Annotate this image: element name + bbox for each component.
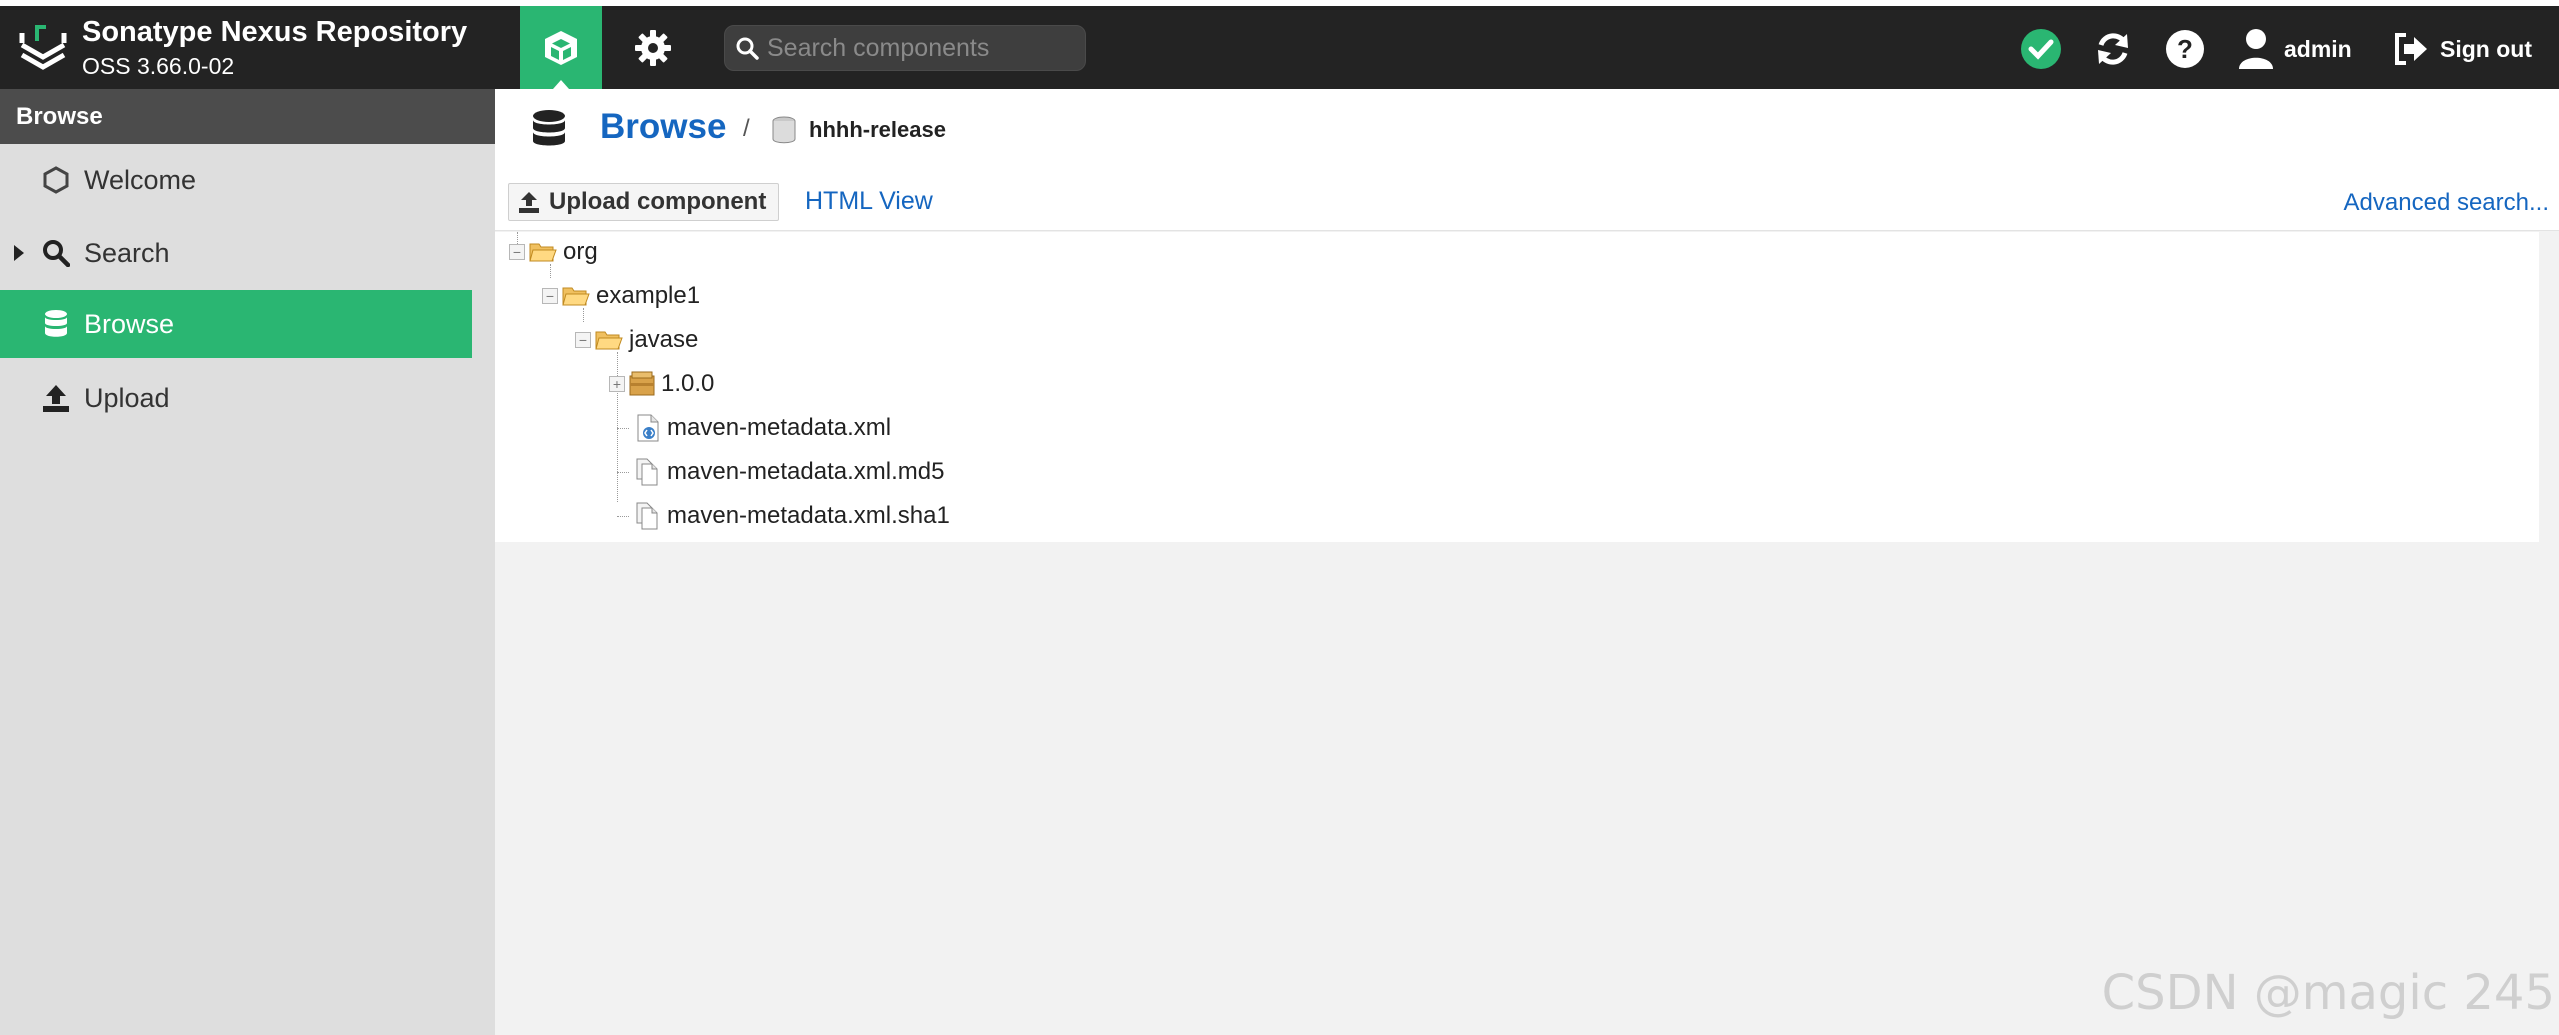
brand-version: OSS 3.66.0-02 bbox=[82, 53, 235, 79]
tree-connector bbox=[617, 428, 629, 429]
main-panel: Browse / hhhh-release Upload component H… bbox=[495, 89, 2559, 1035]
search-components-box[interactable] bbox=[724, 25, 1086, 71]
username-label: admin bbox=[2284, 35, 2352, 62]
sidebar-title: Browse bbox=[0, 89, 495, 144]
database-icon bbox=[533, 110, 565, 146]
package-icon bbox=[629, 371, 655, 396]
svg-text:?: ? bbox=[2177, 34, 2193, 64]
upload-component-label: Upload component bbox=[549, 188, 767, 215]
tree-node-label: maven-metadata.xml.sha1 bbox=[667, 502, 950, 529]
help-icon[interactable]: ? bbox=[2164, 28, 2206, 70]
sign-out-button[interactable]: Sign out bbox=[2392, 26, 2532, 72]
upload-icon bbox=[40, 382, 72, 414]
browse-toolbar: Upload component HTML View Advanced sear… bbox=[495, 171, 2559, 231]
admin-mode-button[interactable] bbox=[612, 6, 694, 89]
tree-node-component[interactable]: + 1.0.0 bbox=[609, 362, 714, 406]
tree-node-file[interactable]: maven-metadata.xml.md5 bbox=[635, 450, 944, 494]
breadcrumb: Browse / hhhh-release bbox=[495, 89, 2559, 171]
file-icon bbox=[636, 458, 658, 486]
brand-title: Sonatype Nexus Repository bbox=[82, 16, 468, 48]
collapse-toggle[interactable]: − bbox=[542, 288, 558, 304]
tree-node-label: maven-metadata.xml.md5 bbox=[667, 458, 945, 485]
sidebar-item-label: Search bbox=[84, 237, 170, 268]
nexus-app: Sonatype Nexus Repository OSS 3.66.0-02 bbox=[0, 0, 2559, 1035]
collapse-toggle[interactable]: − bbox=[575, 332, 591, 348]
tree-node-file[interactable]: maven-metadata.xml.sha1 bbox=[635, 494, 950, 538]
gear-icon bbox=[635, 29, 671, 66]
tree-node-folder[interactable]: − org bbox=[509, 230, 598, 274]
sidebar-item-label: Welcome bbox=[84, 164, 197, 195]
file-icon bbox=[636, 502, 658, 530]
repository-name: hhhh-release bbox=[809, 117, 946, 142]
nexus-logo-icon[interactable] bbox=[18, 19, 68, 75]
refresh-icon[interactable] bbox=[2092, 28, 2134, 70]
breadcrumb-separator: / bbox=[743, 115, 750, 142]
tree-node-label: example1 bbox=[596, 282, 701, 309]
top-header: Sonatype Nexus Repository OSS 3.66.0-02 bbox=[0, 6, 2559, 89]
cube-icon bbox=[545, 30, 577, 65]
tree-connector bbox=[617, 516, 629, 517]
status-ok-icon[interactable] bbox=[2020, 28, 2062, 70]
html-view-link[interactable]: HTML View bbox=[805, 187, 933, 216]
sidebar-item-welcome[interactable]: Welcome bbox=[0, 146, 472, 214]
browse-mode-button[interactable] bbox=[520, 6, 602, 89]
repository-icon bbox=[772, 116, 796, 144]
sidebar-item-browse[interactable]: Browse bbox=[0, 290, 472, 358]
search-icon bbox=[736, 37, 759, 60]
upload-component-button[interactable]: Upload component bbox=[508, 183, 780, 221]
search-icon bbox=[40, 237, 72, 269]
tree-node-label: javase bbox=[629, 326, 699, 353]
hexagon-icon bbox=[40, 164, 72, 196]
user-icon bbox=[2239, 29, 2273, 69]
tree-node-label: 1.0.0 bbox=[661, 370, 715, 397]
tree-node-label: maven-metadata.xml bbox=[667, 414, 892, 441]
breadcrumb-browse-link[interactable]: Browse bbox=[600, 107, 726, 147]
collapse-toggle[interactable]: − bbox=[509, 244, 525, 260]
component-tree: − org − example1 − javase + 1.0.0 maven-… bbox=[495, 232, 2539, 542]
upload-icon bbox=[519, 192, 539, 213]
expand-arrow-icon[interactable] bbox=[14, 245, 24, 261]
folder-open-icon bbox=[529, 243, 557, 262]
folder-open-icon bbox=[562, 287, 590, 306]
watermark: CSDN @magic 245 bbox=[2101, 965, 2555, 1021]
user-menu[interactable]: admin bbox=[2238, 26, 2352, 72]
folder-open-icon bbox=[595, 331, 623, 350]
sidebar-item-label: Browse bbox=[84, 308, 175, 339]
active-indicator bbox=[553, 80, 569, 89]
sign-out-label: Sign out bbox=[2440, 35, 2532, 62]
sidebar-item-search[interactable]: Search bbox=[0, 219, 472, 287]
xml-file-icon bbox=[637, 414, 659, 442]
search-input[interactable] bbox=[767, 33, 1067, 63]
sidebar: Browse Welcome Search Browse Upload bbox=[0, 89, 495, 1035]
database-icon bbox=[40, 308, 72, 340]
expand-toggle[interactable]: + bbox=[609, 376, 625, 392]
tree-node-file[interactable]: maven-metadata.xml bbox=[635, 406, 891, 450]
sign-out-icon bbox=[2395, 33, 2427, 65]
tree-connector bbox=[617, 472, 629, 473]
advanced-search-link[interactable]: Advanced search... bbox=[2344, 189, 2549, 217]
sidebar-item-label: Upload bbox=[84, 382, 170, 413]
sidebar-item-upload[interactable]: Upload bbox=[0, 364, 472, 432]
tree-node-folder[interactable]: − example1 bbox=[542, 274, 700, 318]
tree-node-folder[interactable]: − javase bbox=[575, 318, 698, 362]
tree-node-label: org bbox=[563, 238, 598, 265]
